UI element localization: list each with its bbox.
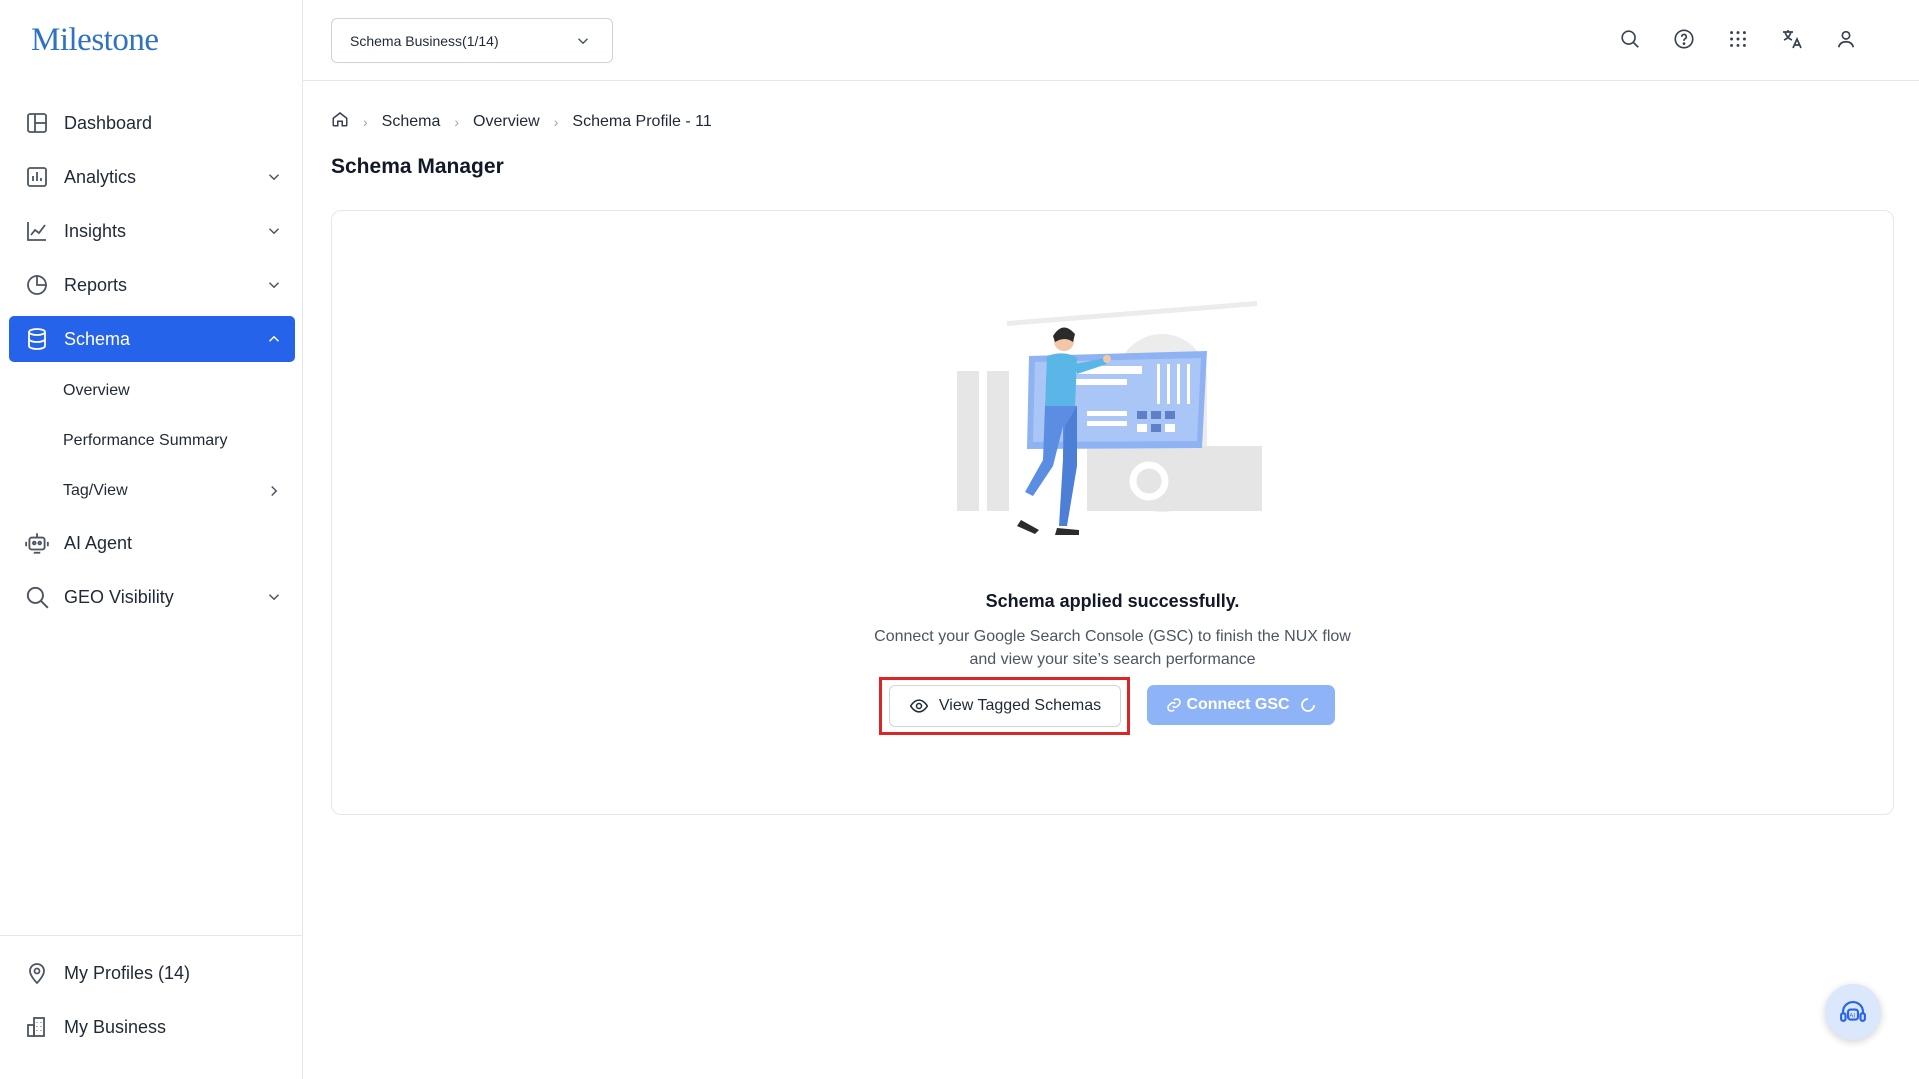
sidebar-item-label: My Profiles (14) bbox=[64, 962, 191, 983]
chevron-up-icon[interactable] bbox=[265, 330, 283, 348]
translate-icon[interactable] bbox=[1779, 26, 1805, 52]
sidebar-subitem-label: Tag/View bbox=[63, 482, 128, 499]
location-pin-icon bbox=[24, 960, 50, 986]
dashboard-icon bbox=[24, 110, 50, 136]
sidebar: Milestone Dashboard Analytics Insights R… bbox=[0, 0, 303, 1079]
sidebar-subitem-label: Performance Summary bbox=[63, 432, 228, 449]
breadcrumb-separator: › bbox=[553, 113, 559, 130]
sidebar-item-label: AI Agent bbox=[64, 532, 133, 553]
apps-grid-icon[interactable] bbox=[1725, 26, 1751, 52]
sidebar-item-analytics[interactable]: Analytics bbox=[9, 154, 295, 200]
status-description: Connect your Google Search Console (GSC)… bbox=[332, 625, 1893, 671]
link-icon bbox=[1167, 698, 1182, 712]
sidebar-item-label: My Business bbox=[64, 1016, 167, 1037]
view-tagged-schemas-label: View Tagged Schemas bbox=[938, 697, 1102, 714]
status-card: Schema applied successfully. Connect you… bbox=[331, 210, 1894, 815]
user-icon[interactable] bbox=[1833, 26, 1859, 52]
topbar-actions bbox=[1617, 26, 1859, 52]
breadcrumb-current: Schema Profile - 11 bbox=[572, 112, 712, 130]
sidebar-item-label: Reports bbox=[64, 274, 128, 295]
chevron-down-icon bbox=[577, 38, 589, 45]
pie-chart-icon bbox=[24, 272, 50, 298]
eye-icon bbox=[909, 699, 929, 713]
topbar: Schema Business(1/14) bbox=[303, 0, 1919, 81]
search-icon[interactable] bbox=[1617, 26, 1643, 52]
breadcrumb-separator: › bbox=[363, 113, 368, 130]
help-icon[interactable] bbox=[1671, 26, 1697, 52]
status-title: Schema applied successfully. bbox=[985, 591, 1240, 611]
status-description-line2: and view your site’s search performance bbox=[969, 651, 1256, 668]
sidebar-item-reports[interactable]: Reports bbox=[9, 262, 295, 308]
chevron-down-icon[interactable] bbox=[265, 222, 283, 240]
database-icon bbox=[24, 326, 50, 352]
page-title: Schema Manager bbox=[331, 155, 504, 178]
sidebar-subitem-overview[interactable]: Overview bbox=[9, 370, 295, 412]
robot-icon bbox=[24, 530, 50, 556]
sidebar-item-my-business[interactable]: My Business bbox=[24, 1004, 303, 1050]
svg-text:AI: AI bbox=[1849, 1013, 1855, 1020]
home-icon[interactable] bbox=[331, 110, 349, 133]
sidebar-item-label: Analytics bbox=[64, 166, 137, 187]
sidebar-item-label: Insights bbox=[64, 220, 127, 241]
breadcrumb-separator: › bbox=[454, 113, 460, 130]
connect-gsc-button[interactable]: Connect GSC bbox=[1147, 685, 1335, 725]
search-icon bbox=[24, 584, 50, 610]
loading-spinner-icon bbox=[1300, 698, 1315, 712]
sidebar-item-label: GEO Visibility bbox=[64, 586, 174, 607]
sidebar-item-geo-visibility[interactable]: GEO Visibility bbox=[9, 574, 295, 620]
breadcrumb-overview[interactable]: Overview bbox=[473, 113, 540, 131]
sidebar-item-insights[interactable]: Insights bbox=[9, 208, 295, 254]
breadcrumb: › Schema › Overview › Schema Profile - 1… bbox=[331, 110, 712, 133]
sidebar-item-schema[interactable]: Schema bbox=[9, 316, 295, 362]
chevron-right-icon[interactable] bbox=[265, 482, 283, 500]
ai-assistant-icon: AI bbox=[1840, 1000, 1866, 1022]
view-tagged-schemas-button[interactable]: View Tagged Schemas bbox=[889, 685, 1121, 727]
building-icon bbox=[24, 1014, 50, 1040]
sidebar-footer: My Profiles (14) My Business bbox=[0, 935, 303, 1058]
sidebar-subitem-tag-view[interactable]: Tag/View bbox=[9, 470, 295, 512]
status-description-line1: Connect your Google Search Console (GSC)… bbox=[874, 628, 1351, 645]
chevron-down-icon[interactable] bbox=[265, 276, 283, 294]
bar-chart-icon bbox=[24, 164, 50, 190]
chevron-down-icon[interactable] bbox=[265, 588, 283, 606]
app-root: Milestone Dashboard Analytics Insights R… bbox=[0, 0, 1919, 1079]
brand-logo[interactable]: Milestone bbox=[31, 22, 159, 59]
sidebar-subitem-label: Overview bbox=[63, 382, 130, 399]
sidebar-subitem-performance-summary[interactable]: Performance Summary bbox=[9, 420, 295, 462]
sidebar-nav: Dashboard Analytics Insights Reports Sch… bbox=[9, 100, 295, 628]
sidebar-item-my-profiles[interactable]: My Profiles (14) bbox=[24, 950, 303, 996]
chevron-down-icon[interactable] bbox=[265, 168, 283, 186]
sidebar-item-label: Schema bbox=[64, 328, 131, 349]
connect-gsc-label: Connect GSC bbox=[1186, 696, 1290, 713]
success-illustration bbox=[957, 301, 1262, 535]
ai-assistant-button[interactable]: AI bbox=[1825, 984, 1881, 1040]
sidebar-item-dashboard[interactable]: Dashboard bbox=[9, 100, 295, 146]
business-select-value: Schema Business(1/14) bbox=[350, 32, 499, 49]
breadcrumb-schema[interactable]: Schema bbox=[382, 113, 441, 131]
sidebar-item-ai-agent[interactable]: AI Agent bbox=[9, 520, 295, 566]
business-select[interactable]: Schema Business(1/14) bbox=[331, 18, 613, 63]
sidebar-item-label: Dashboard bbox=[64, 112, 153, 133]
line-chart-icon bbox=[24, 218, 50, 244]
